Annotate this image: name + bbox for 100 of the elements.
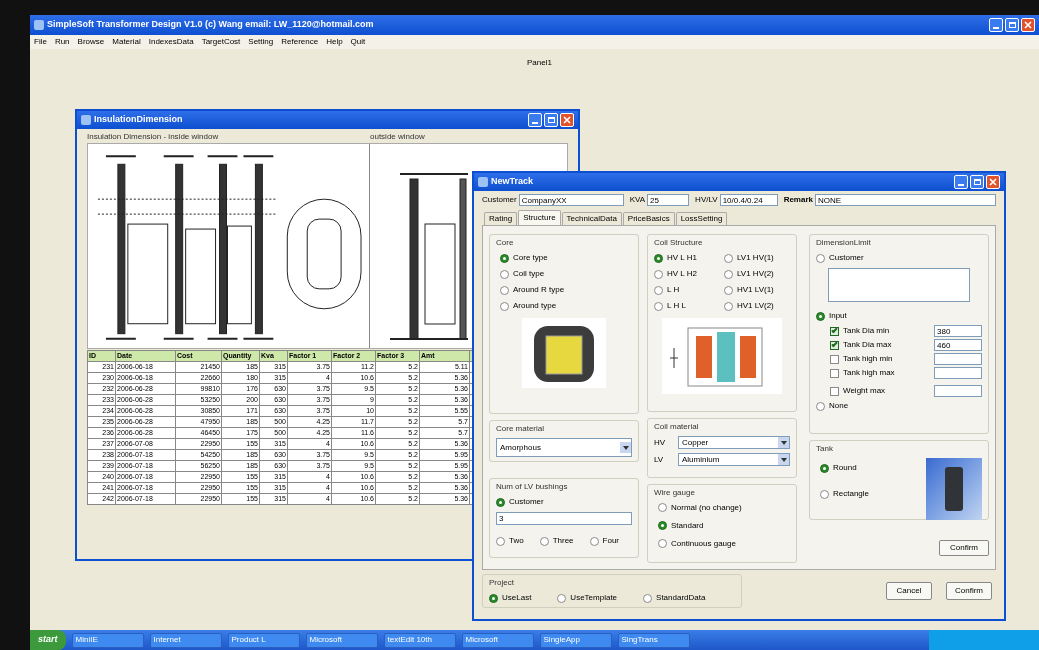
radio-button[interactable] — [816, 311, 825, 321]
radio-label: L H — [667, 284, 680, 296]
checkbox[interactable] — [830, 386, 839, 396]
radio-button[interactable] — [658, 539, 667, 549]
radio-label: Customer — [509, 496, 544, 508]
radio-label: StandardData — [656, 592, 706, 604]
radio-button[interactable] — [539, 536, 549, 546]
checkbox[interactable] — [830, 354, 839, 364]
close-icon[interactable] — [560, 113, 574, 127]
radio-button[interactable] — [589, 536, 599, 546]
dialog-button[interactable]: Cancel — [886, 582, 932, 600]
radio-button[interactable] — [654, 253, 663, 263]
confirm-button[interactable]: Confirm — [939, 540, 989, 556]
menu-item[interactable]: Help — [326, 36, 343, 48]
tab[interactable]: Structure — [518, 210, 561, 225]
close-icon[interactable] — [986, 175, 1000, 189]
radio-button[interactable] — [816, 401, 825, 411]
checkbox[interactable] — [830, 326, 839, 336]
menu-item[interactable]: File — [34, 36, 47, 48]
checkbox[interactable] — [830, 368, 839, 378]
caret-icon — [778, 437, 789, 449]
maximize-icon[interactable] — [970, 175, 984, 189]
radio-label: None — [829, 400, 849, 412]
radio-button[interactable] — [820, 489, 829, 499]
panel-label: Panel1 — [527, 57, 552, 69]
radio-button[interactable] — [654, 301, 663, 311]
input-field[interactable]: 460 — [934, 339, 982, 351]
radio-label: HV L H1 — [667, 252, 697, 264]
dropdown[interactable]: Aluminium — [678, 453, 790, 467]
menu-item[interactable]: IndexesData — [148, 36, 194, 48]
minimize-icon[interactable] — [954, 175, 968, 189]
input-field[interactable]: NONE — [815, 194, 996, 206]
radio-button[interactable] — [654, 285, 663, 295]
radio-button[interactable] — [500, 269, 509, 279]
checkbox[interactable] — [830, 340, 839, 350]
radio-button[interactable] — [658, 503, 667, 513]
radio-button[interactable] — [724, 285, 733, 295]
input-field[interactable]: 25 — [647, 194, 690, 206]
photo-placeholder — [926, 458, 982, 520]
input-field[interactable]: 10/0.4/0.24 — [719, 194, 778, 206]
radio-button[interactable] — [496, 497, 505, 507]
input-field[interactable]: 3 — [496, 512, 632, 525]
radio-button[interactable] — [820, 463, 829, 473]
radio-label: Normal (no change) — [671, 501, 742, 514]
radio-label: L H L — [667, 300, 686, 312]
radio-button[interactable] — [489, 593, 498, 603]
menu-item[interactable]: Reference — [281, 36, 319, 48]
radio-button[interactable] — [658, 521, 667, 531]
minimize-icon[interactable] — [989, 18, 1003, 32]
radio-button[interactable] — [500, 285, 509, 295]
group-title: Coil Structure — [654, 237, 704, 249]
tab[interactable]: PriceBasics — [622, 212, 675, 225]
radio-button[interactable] — [500, 301, 509, 311]
dialog-button[interactable]: Confirm — [946, 582, 992, 600]
maximize-icon[interactable] — [1005, 18, 1019, 32]
field-label: KVA — [629, 194, 646, 206]
dropdown[interactable]: Copper — [678, 436, 790, 450]
input-field[interactable] — [934, 367, 982, 379]
menu-item[interactable]: Quit — [350, 36, 366, 48]
menu-item[interactable]: Setting — [248, 36, 274, 48]
menu-item[interactable]: Run — [54, 36, 70, 48]
menu-item[interactable]: TargetCost — [201, 36, 241, 48]
input-field[interactable] — [934, 385, 982, 397]
tab[interactable]: Rating — [484, 212, 518, 225]
minimize-icon[interactable] — [528, 113, 542, 127]
radio-button[interactable] — [500, 253, 509, 263]
radio-button[interactable] — [724, 269, 733, 279]
close-icon[interactable] — [1021, 18, 1035, 32]
input-field[interactable]: CompanyXX — [518, 194, 624, 206]
tab[interactable]: TechnicalData — [561, 212, 622, 225]
maximize-icon[interactable] — [544, 113, 558, 127]
input-field[interactable]: 380 — [934, 325, 982, 337]
radio-label: Continuous gauge — [671, 537, 736, 550]
menu-item[interactable]: Browse — [77, 36, 105, 48]
radio-button[interactable] — [816, 253, 825, 263]
radio-label: Coil type — [513, 268, 545, 280]
radio-button[interactable] — [643, 593, 653, 603]
radio-button[interactable] — [557, 593, 567, 603]
checkbox-label: Tank Dia min — [843, 325, 890, 337]
checkbox-label: Tank high min — [843, 353, 893, 365]
radio-button[interactable] — [724, 301, 733, 311]
dropdown[interactable]: Amorphous — [496, 438, 632, 457]
group-title: Core material — [496, 423, 545, 435]
field-label: Customer — [482, 194, 517, 206]
window-title: NewTrack — [491, 175, 534, 189]
text-area[interactable] — [828, 268, 970, 302]
radio-label: Around R type — [513, 284, 565, 296]
caret-icon — [620, 442, 631, 453]
input-field[interactable] — [934, 353, 982, 365]
group-title: Project — [489, 577, 515, 589]
radio-button[interactable] — [724, 253, 733, 263]
radio-button[interactable] — [654, 269, 663, 279]
menu-item[interactable]: Material — [112, 36, 141, 48]
radio-button[interactable] — [496, 536, 505, 546]
tab[interactable]: LossSetting — [675, 212, 728, 225]
checkbox-label: Tank Dia max — [843, 339, 892, 351]
app-icon — [34, 20, 44, 30]
field-label: HV — [654, 436, 667, 449]
radio-label: Customer — [829, 252, 864, 264]
start-button[interactable]: start — [30, 630, 66, 650]
